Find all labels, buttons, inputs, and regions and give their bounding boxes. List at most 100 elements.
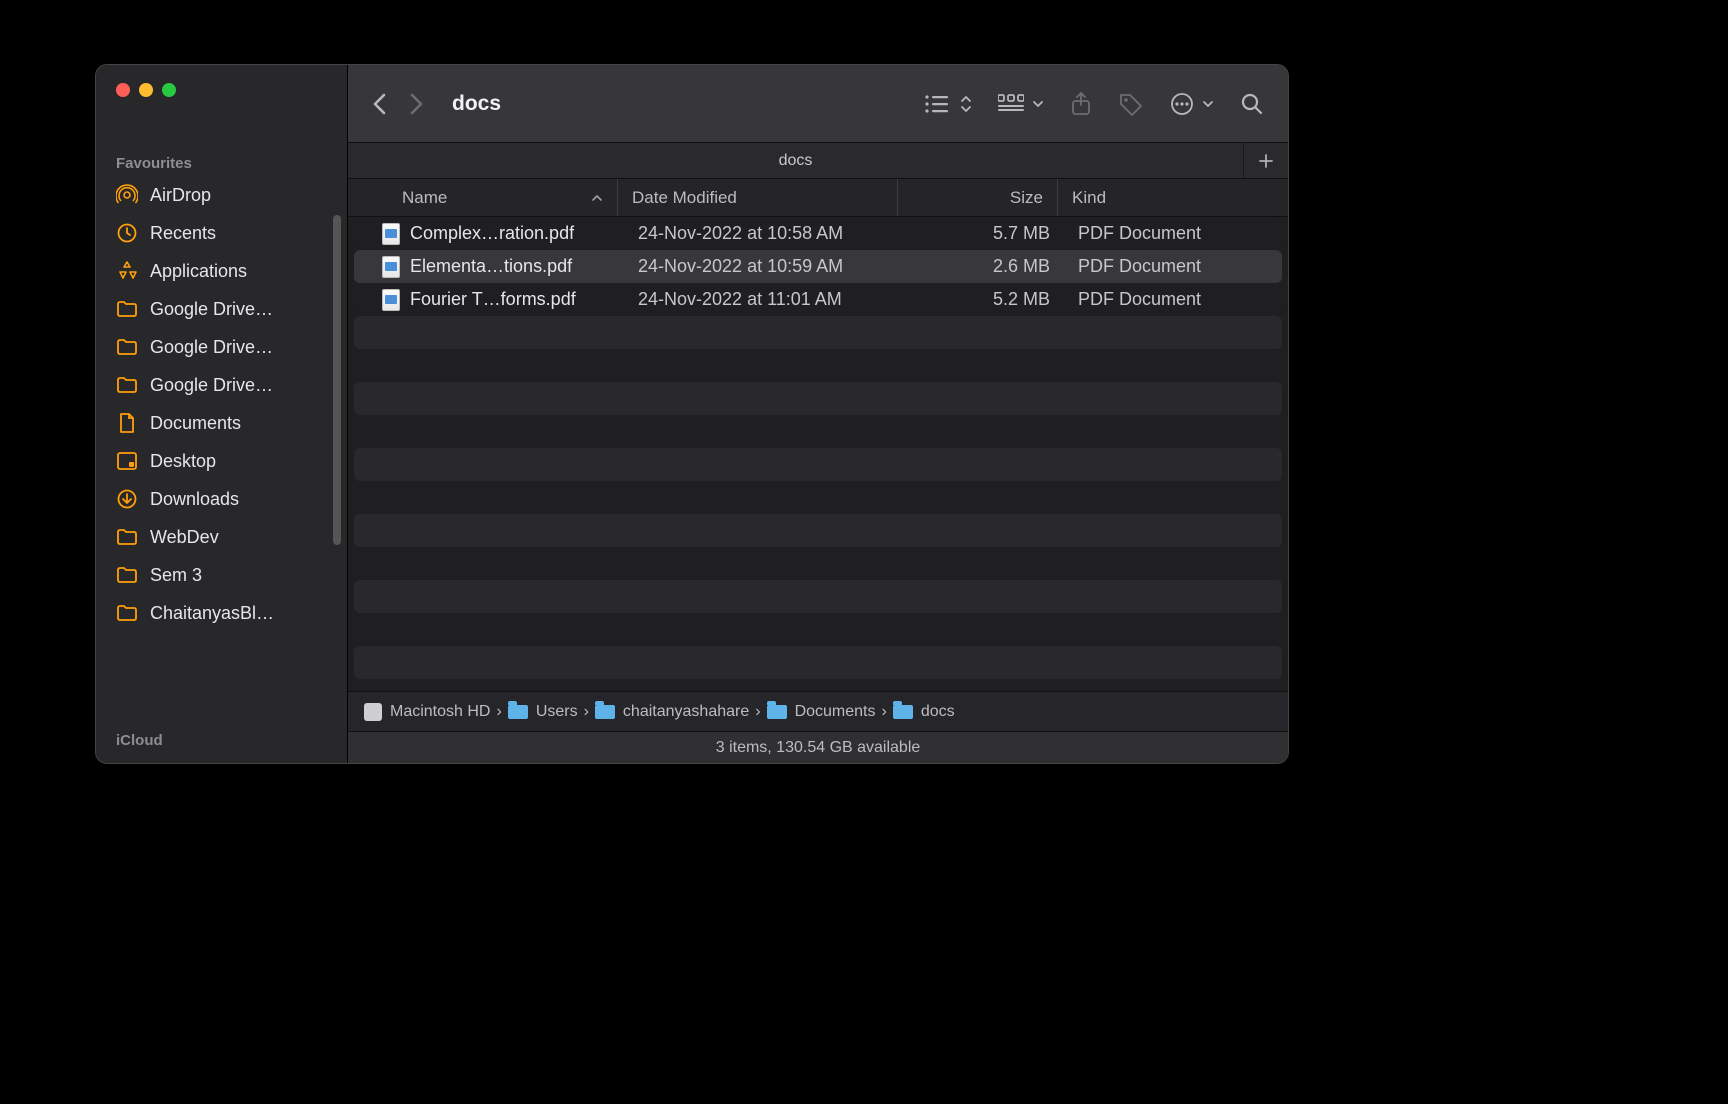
search-button[interactable] bbox=[1240, 92, 1264, 116]
path-crumb[interactable]: Documents bbox=[767, 703, 876, 721]
share-button[interactable] bbox=[1070, 91, 1092, 117]
chevron-right-icon: › bbox=[496, 703, 501, 721]
sidebar-item-downloads[interactable]: Downloads bbox=[96, 480, 347, 518]
sidebar-item-label: Desktop bbox=[150, 451, 216, 472]
empty-row bbox=[354, 481, 1282, 514]
file-size: 5.2 MB bbox=[904, 289, 1064, 310]
fullscreen-window-button[interactable] bbox=[162, 83, 176, 97]
folder-icon bbox=[116, 564, 138, 586]
sidebar-section-icloud: iCloud bbox=[96, 732, 347, 763]
sidebar-item-airdrop[interactable]: AirDrop bbox=[96, 176, 347, 214]
empty-row bbox=[354, 547, 1282, 580]
toolbar: docs bbox=[348, 65, 1288, 143]
close-window-button[interactable] bbox=[116, 83, 130, 97]
tags-button[interactable] bbox=[1118, 92, 1144, 116]
sidebar-item-recents[interactable]: Recents bbox=[96, 214, 347, 252]
sidebar-item-webdev[interactable]: WebDev bbox=[96, 518, 347, 556]
nav-back-button[interactable] bbox=[372, 93, 386, 115]
chevron-down-icon bbox=[1032, 99, 1044, 109]
folder-icon bbox=[767, 705, 787, 719]
empty-row bbox=[354, 349, 1282, 382]
sidebar-scrollbar[interactable] bbox=[333, 215, 341, 545]
empty-row bbox=[354, 415, 1282, 448]
path-crumb-label: Documents bbox=[795, 703, 876, 721]
sidebar-item-label: Downloads bbox=[150, 489, 239, 510]
finder-window: Favourites AirDropRecentsApplicationsGoo… bbox=[95, 64, 1289, 764]
apps-icon bbox=[116, 260, 138, 282]
path-crumb-label: docs bbox=[921, 703, 955, 721]
chevron-updown-icon bbox=[960, 93, 972, 115]
folder-icon bbox=[116, 336, 138, 358]
file-size: 5.7 MB bbox=[904, 223, 1064, 244]
col-size[interactable]: Size bbox=[898, 179, 1058, 216]
pdf-file-icon bbox=[382, 289, 400, 311]
sidebar-item-applications[interactable]: Applications bbox=[96, 252, 347, 290]
tab-docs[interactable]: docs bbox=[348, 143, 1244, 178]
col-kind[interactable]: Kind bbox=[1058, 179, 1288, 216]
file-kind: PDF Document bbox=[1064, 289, 1282, 310]
pdf-file-icon bbox=[382, 223, 400, 245]
file-kind: PDF Document bbox=[1064, 256, 1282, 277]
airdrop-icon bbox=[116, 184, 138, 206]
sidebar-item-documents[interactable]: Documents bbox=[96, 404, 347, 442]
status-bar: 3 items, 130.54 GB available bbox=[348, 731, 1288, 763]
file-row[interactable]: Complex…ration.pdf24-Nov-2022 at 10:58 A… bbox=[354, 217, 1282, 250]
file-row[interactable]: Fourier T…forms.pdf24-Nov-2022 at 11:01 … bbox=[354, 283, 1282, 316]
sidebar-item-desktop[interactable]: Desktop bbox=[96, 442, 347, 480]
sidebar-item-label: Google Drive… bbox=[150, 337, 273, 358]
group-items-button[interactable] bbox=[998, 93, 1044, 115]
sidebar-item-chaitanyasbl[interactable]: ChaitanyasBl… bbox=[96, 594, 347, 632]
sidebar-item-label: WebDev bbox=[150, 527, 219, 548]
folder-icon bbox=[116, 298, 138, 320]
folder-icon bbox=[508, 705, 528, 719]
chevron-right-icon: › bbox=[881, 703, 886, 721]
view-list-button[interactable] bbox=[924, 93, 972, 115]
sidebar-item-google-drive[interactable]: Google Drive… bbox=[96, 290, 347, 328]
sort-ascending-icon bbox=[591, 193, 603, 203]
sidebar-item-label: Google Drive… bbox=[150, 375, 273, 396]
sidebar-scrollbar-thumb[interactable] bbox=[333, 215, 341, 545]
folder-icon bbox=[595, 705, 615, 719]
status-text: 3 items, 130.54 GB available bbox=[716, 739, 921, 757]
chevron-right-icon: › bbox=[584, 703, 589, 721]
file-date: 24-Nov-2022 at 11:01 AM bbox=[624, 289, 904, 310]
folder-icon bbox=[116, 374, 138, 396]
empty-row bbox=[354, 514, 1282, 547]
sidebar: Favourites AirDropRecentsApplicationsGoo… bbox=[96, 65, 348, 763]
sidebar-item-label: Applications bbox=[150, 261, 247, 282]
empty-row bbox=[354, 613, 1282, 646]
chevron-down-icon bbox=[1202, 99, 1214, 109]
file-name: Elementa…tions.pdf bbox=[410, 256, 572, 277]
sidebar-item-label: ChaitanyasBl… bbox=[150, 603, 274, 624]
pdf-file-icon bbox=[382, 256, 400, 278]
empty-row bbox=[354, 580, 1282, 613]
col-date[interactable]: Date Modified bbox=[618, 179, 898, 216]
file-date: 24-Nov-2022 at 10:59 AM bbox=[624, 256, 904, 277]
path-crumb[interactable]: Users bbox=[508, 703, 578, 721]
tab-bar: docs bbox=[348, 143, 1288, 179]
col-name[interactable]: Name bbox=[348, 179, 618, 216]
nav-forward-button[interactable] bbox=[410, 93, 424, 115]
tab-label: docs bbox=[779, 152, 813, 170]
path-crumb[interactable]: Macintosh HD bbox=[364, 703, 490, 721]
path-crumb[interactable]: docs bbox=[893, 703, 955, 721]
empty-row bbox=[354, 316, 1282, 349]
disk-icon bbox=[364, 703, 382, 721]
sidebar-item-google-drive[interactable]: Google Drive… bbox=[96, 328, 347, 366]
minimize-window-button[interactable] bbox=[139, 83, 153, 97]
sidebar-item-label: Documents bbox=[150, 413, 241, 434]
sidebar-item-sem-3[interactable]: Sem 3 bbox=[96, 556, 347, 594]
file-row[interactable]: Elementa…tions.pdf 24-Nov-2022 at 10:59 A… bbox=[354, 250, 1282, 283]
sidebar-item-label: Recents bbox=[150, 223, 216, 244]
download-icon bbox=[116, 488, 138, 510]
more-actions-button[interactable] bbox=[1170, 92, 1214, 116]
plus-icon bbox=[1258, 153, 1274, 169]
folder-icon bbox=[116, 526, 138, 548]
file-listing: Complex…ration.pdf24-Nov-2022 at 10:58 A… bbox=[348, 217, 1288, 691]
sidebar-item-label: Google Drive… bbox=[150, 299, 273, 320]
new-tab-button[interactable] bbox=[1244, 143, 1288, 178]
sidebar-item-label: Sem 3 bbox=[150, 565, 202, 586]
sidebar-item-google-drive[interactable]: Google Drive… bbox=[96, 366, 347, 404]
path-crumb-label: chaitanyashahare bbox=[623, 703, 749, 721]
path-crumb[interactable]: chaitanyashahare bbox=[595, 703, 749, 721]
